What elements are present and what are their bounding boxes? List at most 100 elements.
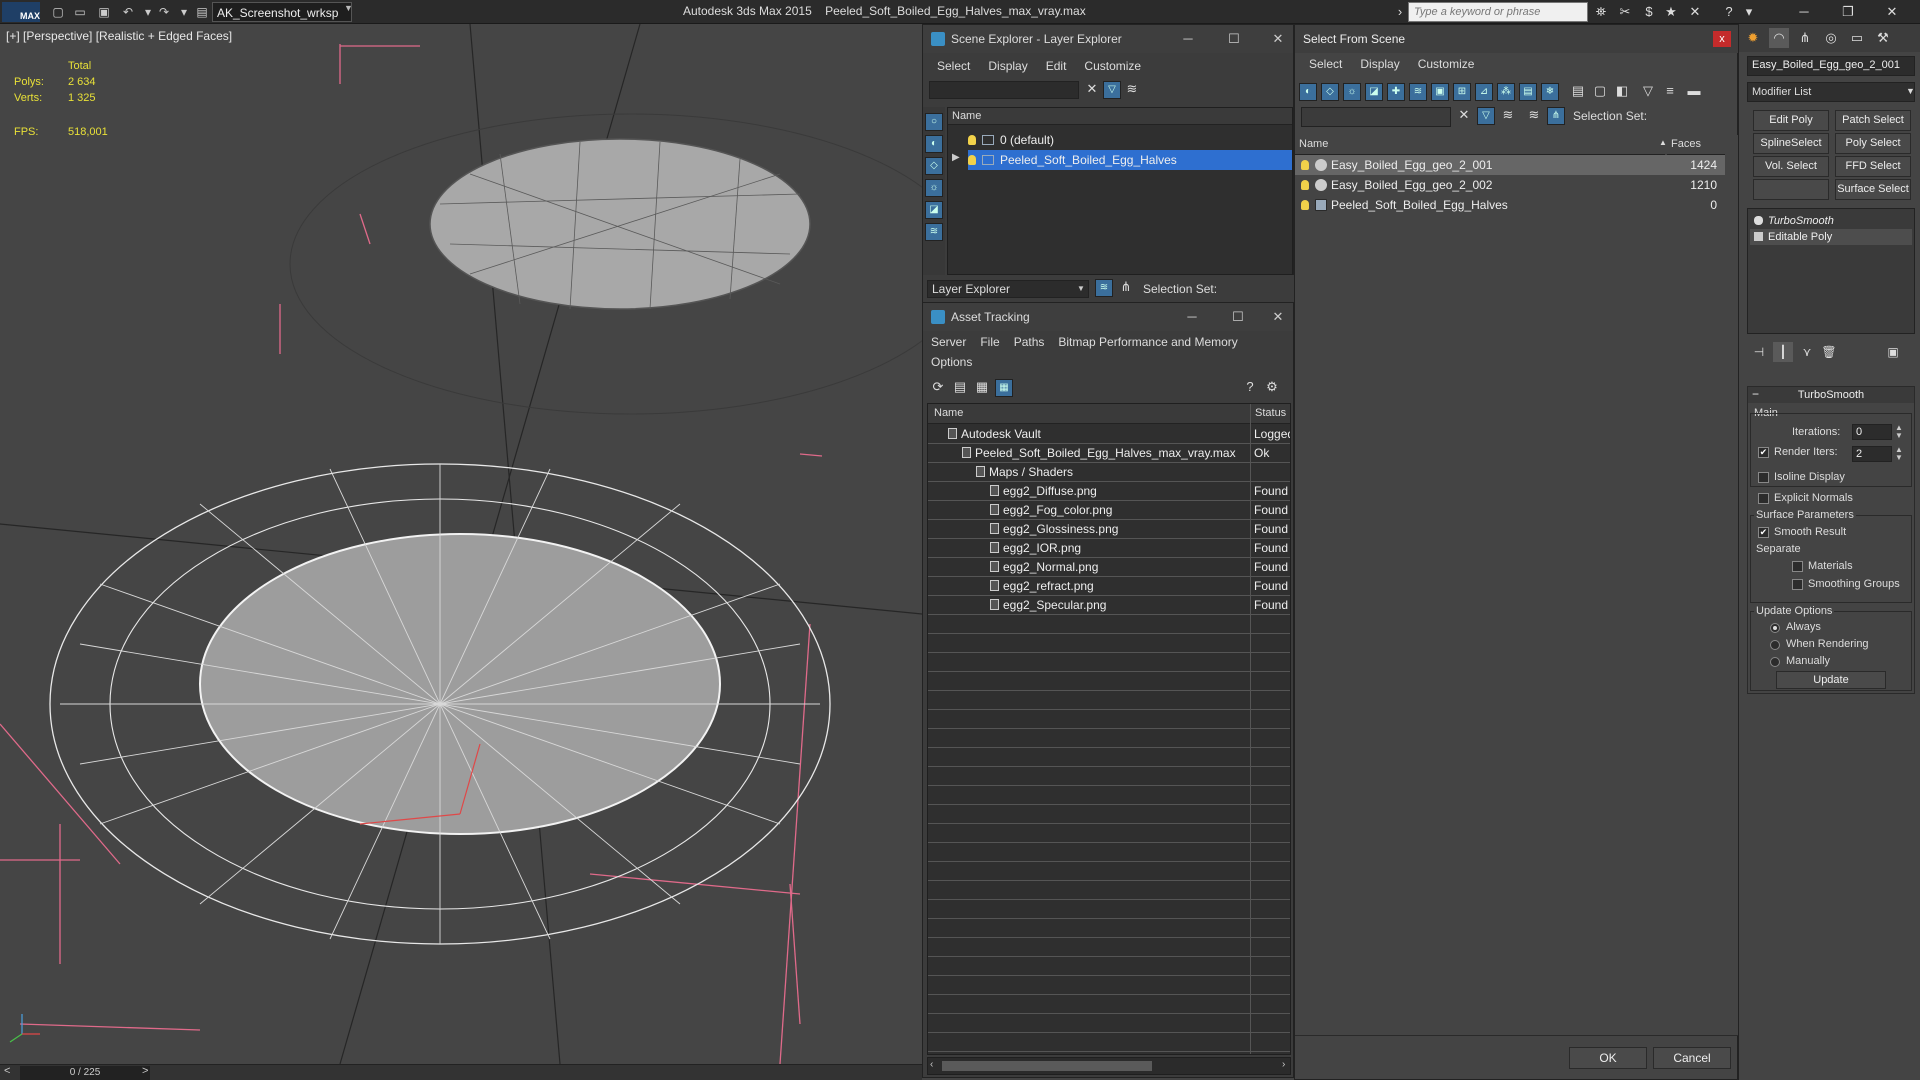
help-icon[interactable]: ? — [1241, 379, 1259, 397]
layer-explorer-toggle-icon[interactable]: ≋ — [1095, 279, 1113, 297]
binoculars-icon[interactable]: ⛯ — [1592, 4, 1610, 20]
iterations-spinner[interactable]: 0 — [1852, 424, 1892, 440]
collapse-icon[interactable]: ▬ — [1685, 83, 1703, 101]
open-file-icon[interactable]: ▭ — [72, 4, 88, 20]
stack-item-turbosmooth[interactable]: TurboSmooth — [1750, 213, 1912, 229]
lightbulb-icon[interactable] — [968, 135, 976, 145]
lightbulb-icon[interactable] — [1301, 200, 1309, 210]
configure-modifier-sets-icon[interactable]: ▣ — [1883, 342, 1903, 362]
sort-icon[interactable]: ≡ — [1661, 83, 1679, 101]
column-header-name[interactable]: Name — [1295, 135, 1665, 155]
empty-modifier-button[interactable] — [1753, 179, 1829, 200]
layers-toggle-icon[interactable]: ≋ — [1525, 107, 1543, 125]
display-geometry-icon[interactable]: ◐ — [925, 135, 943, 153]
menu-file[interactable]: File — [980, 335, 999, 349]
poly-select-button[interactable]: Poly Select — [1835, 133, 1911, 154]
display-groups-icon[interactable]: ▣ — [1431, 83, 1449, 101]
select-none-icon[interactable]: ▢ — [1591, 83, 1609, 101]
menu-select[interactable]: Select — [1309, 57, 1342, 71]
redo-dropdown-icon[interactable]: ▾ — [176, 4, 192, 20]
object-row[interactable]: Easy_Boiled_Egg_geo_2_001 1424 — [1295, 155, 1725, 175]
new-file-icon[interactable]: ▢ — [50, 4, 66, 20]
column-header-name[interactable]: Name — [948, 108, 1292, 125]
display-shapes-icon[interactable]: ◇ — [925, 157, 943, 175]
display-helpers-icon[interactable]: ≋ — [925, 223, 943, 241]
tools-icon[interactable]: ✂ — [1616, 4, 1634, 20]
display-containers-icon[interactable]: ▤ — [1519, 83, 1537, 101]
thumbnail-view-icon[interactable]: ▦ — [973, 379, 991, 397]
maximize-icon[interactable]: ☐ — [1223, 309, 1253, 325]
asset-row[interactable]: Maps / Shaders — [928, 463, 1290, 482]
close-icon[interactable]: x — [1713, 31, 1731, 47]
expand-arrow-icon[interactable]: ▶ — [952, 152, 960, 163]
pin-stack-icon[interactable]: ⊣ — [1749, 342, 1769, 362]
layers-icon[interactable]: ≋ — [1499, 107, 1517, 125]
display-none-icon[interactable]: ○ — [925, 113, 943, 131]
perspective-viewport[interactable]: [+] [Perspective] [Realistic + Edged Fac… — [0, 24, 922, 1064]
lightbulb-icon[interactable] — [968, 155, 976, 165]
undo-icon[interactable]: ↶ — [120, 4, 136, 20]
select-all-icon[interactable]: ▤ — [1569, 83, 1587, 101]
modifier-list-dropdown[interactable]: Modifier List ▼ — [1747, 82, 1915, 102]
display-geometry-icon[interactable]: ◐ — [1299, 83, 1317, 101]
menu-customize[interactable]: Customize — [1418, 57, 1475, 71]
table-view-icon[interactable]: ▦ — [995, 379, 1013, 397]
motion-tab-icon[interactable]: ◎ — [1821, 28, 1841, 48]
always-radio[interactable] — [1770, 623, 1780, 633]
horizontal-scrollbar[interactable]: ‹ › — [927, 1057, 1291, 1075]
ffd-select-button[interactable]: FFD Select — [1835, 156, 1911, 177]
lightbulb-icon[interactable] — [1301, 160, 1309, 170]
menu-bitmap-performance[interactable]: Bitmap Performance and Memory — [1058, 335, 1237, 349]
project-folder-icon[interactable]: ▤ — [194, 4, 210, 20]
time-slider-prev-button[interactable]: < — [4, 1065, 16, 1077]
asset-row[interactable]: Peeled_Soft_Boiled_Egg_Halves_max_vray.m… — [928, 444, 1290, 463]
menu-paths[interactable]: Paths — [1014, 335, 1045, 349]
materials-checkbox[interactable] — [1792, 561, 1803, 572]
save-file-icon[interactable]: ▣ — [96, 4, 112, 20]
display-bones-icon[interactable]: ⊿ — [1475, 83, 1493, 101]
undo-dropdown-icon[interactable]: ▾ — [140, 4, 156, 20]
hierarchy-icon[interactable]: ⋔ — [1547, 107, 1565, 125]
select-from-scene-title[interactable]: Select From Scene — [1295, 25, 1739, 53]
menu-options[interactable]: Options — [931, 355, 972, 369]
close-icon[interactable]: ✕ — [1263, 31, 1293, 47]
explicit-normals-checkbox[interactable] — [1758, 493, 1769, 504]
close-icon[interactable]: ✕ — [1872, 2, 1912, 22]
spinner-arrows-icon[interactable]: ▲ ▼ — [1894, 424, 1904, 440]
display-frozen-icon[interactable]: ❄ — [1541, 83, 1559, 101]
maximize-icon[interactable]: ☐ — [1219, 31, 1249, 47]
redo-icon[interactable]: ↷ — [156, 4, 172, 20]
smooth-result-checkbox[interactable]: ✔ — [1758, 527, 1769, 538]
lightbulb-icon[interactable] — [1754, 216, 1763, 225]
chevron-down-icon[interactable]: ▼ — [344, 3, 358, 21]
menu-edit[interactable]: Edit — [1046, 59, 1067, 73]
hierarchy-icon[interactable]: ⋔ — [1117, 279, 1135, 297]
clear-search-icon[interactable]: ✕ — [1083, 81, 1101, 99]
object-row[interactable]: Peeled_Soft_Boiled_Egg_Halves 0 — [1295, 195, 1725, 215]
layer-row-default[interactable]: 0 (default) — [968, 130, 1268, 150]
select-invert-icon[interactable]: ◧ — [1613, 83, 1631, 101]
search-input[interactable] — [1301, 107, 1451, 127]
menu-display[interactable]: Display — [1360, 57, 1399, 71]
asset-row[interactable]: egg2_Normal.png Found — [928, 558, 1290, 577]
subscription-icon[interactable]: $ — [1640, 4, 1658, 20]
show-end-result-icon[interactable]: ┃ — [1773, 342, 1793, 362]
settings-icon[interactable]: ⚙ — [1263, 379, 1281, 397]
minimize-icon[interactable]: ─ — [1784, 2, 1824, 22]
collapse-icon[interactable]: − — [1752, 387, 1759, 401]
viewport-canvas[interactable] — [0, 24, 922, 1064]
menu-display[interactable]: Display — [988, 59, 1027, 73]
ok-button[interactable]: OK — [1569, 1047, 1647, 1069]
rollout-title[interactable]: TurboSmooth — [1748, 387, 1914, 403]
hierarchy-tab-icon[interactable]: ⋔ — [1795, 28, 1815, 48]
stack-item-editable-poly[interactable]: Editable Poly — [1750, 229, 1912, 245]
layer-row-peeled-egg[interactable]: Peeled_Soft_Boiled_Egg_Halves — [968, 150, 1292, 170]
vol-select-button[interactable]: Vol. Select — [1753, 156, 1829, 177]
search-input[interactable]: Type a keyword or phrase — [1408, 2, 1588, 22]
display-xrefs-icon[interactable]: ⊞ — [1453, 83, 1471, 101]
filter-icon[interactable]: ▽ — [1103, 81, 1121, 99]
time-slider-next-button[interactable]: > — [142, 1065, 148, 1077]
object-row[interactable]: Easy_Boiled_Egg_geo_2_002 1210 — [1295, 175, 1725, 195]
menu-server[interactable]: Server — [931, 335, 966, 349]
chevron-down-icon[interactable]: ▼ — [1906, 86, 1920, 100]
